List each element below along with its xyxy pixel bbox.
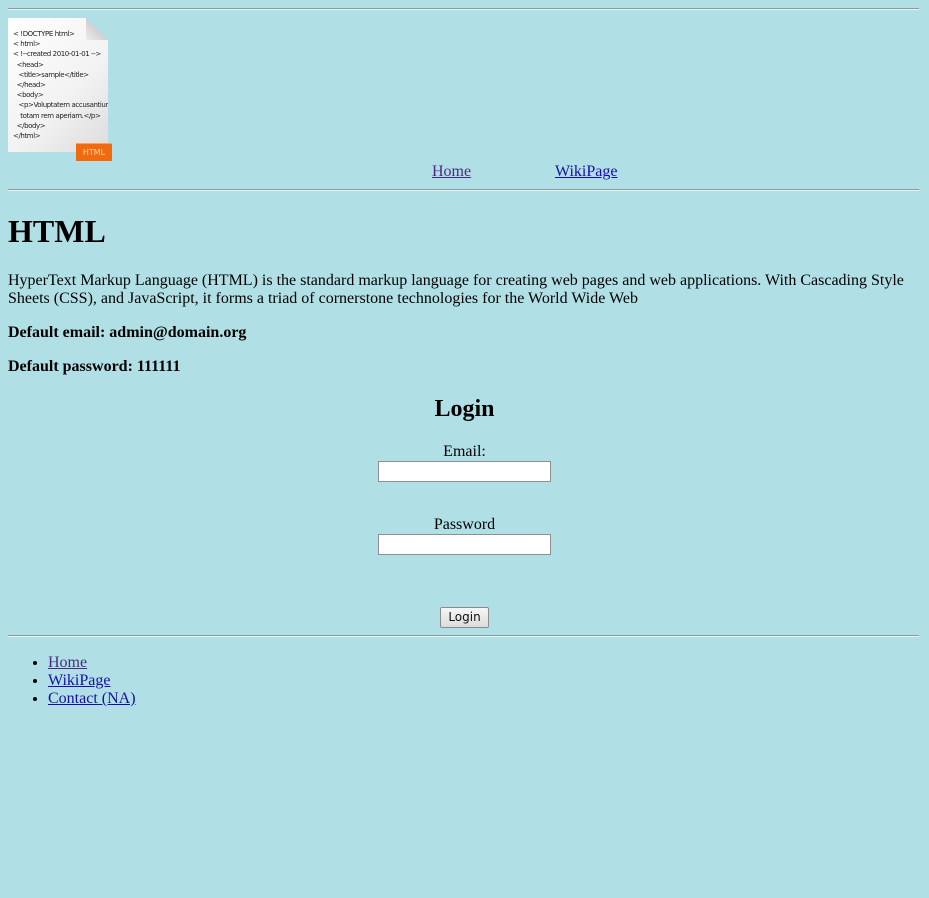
login-button[interactable]: Login	[440, 607, 489, 628]
page-title: HTML	[8, 213, 106, 249]
footer-divider	[8, 635, 919, 637]
password-field[interactable]	[378, 534, 551, 555]
footer-contact-link[interactable]: Contact (NA)	[48, 690, 136, 707]
top-navigation: Home WikiPage	[8, 163, 921, 183]
footer-navigation: Home WikiPage Contact (NA)	[8, 654, 136, 708]
login-heading: Login	[434, 396, 495, 422]
email-field[interactable]	[378, 461, 551, 482]
email-label: Email:	[443, 443, 486, 460]
footer-list-item: WikiPage	[48, 672, 136, 690]
footer-home-link[interactable]: Home	[48, 654, 87, 671]
html-document-logo: < !DOCTYPE html> < html> < !--created 2010…	[8, 18, 112, 161]
login-form-heading-area: Login	[8, 394, 921, 424]
footer-list-item: Contact (NA)	[48, 690, 136, 708]
logo-code-text: < !DOCTYPE html> < html> < !--created 2010…	[13, 30, 112, 141]
nav-wikipage-link[interactable]: WikiPage	[555, 163, 617, 181]
footer-list-item: Home	[48, 654, 136, 672]
page-fold-icon	[86, 18, 108, 40]
nav-home-link[interactable]: Home	[432, 163, 471, 181]
default-password-note: Default password: 111111	[8, 358, 181, 375]
page-description: HyperText Markup Language (HTML) is the …	[8, 272, 904, 307]
header-divider	[8, 189, 919, 191]
password-label: Password	[433, 516, 496, 533]
top-divider	[8, 8, 919, 10]
html-badge: HTML	[76, 143, 112, 161]
footer-wikipage-link[interactable]: WikiPage	[48, 672, 110, 689]
default-email-note: Default email: admin@domain.org	[8, 324, 247, 341]
